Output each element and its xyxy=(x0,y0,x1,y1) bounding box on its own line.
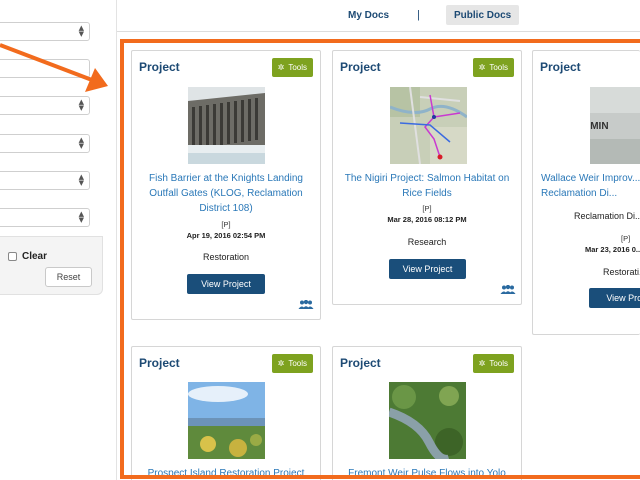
app-window: ▲ ▼ ▲ ▼ ▲ ▼ ▲ ▼ ▲ ▼ Clear Reset My Docs | Pub… xyxy=(0,0,640,480)
annotation-arrow-icon xyxy=(0,43,108,92)
